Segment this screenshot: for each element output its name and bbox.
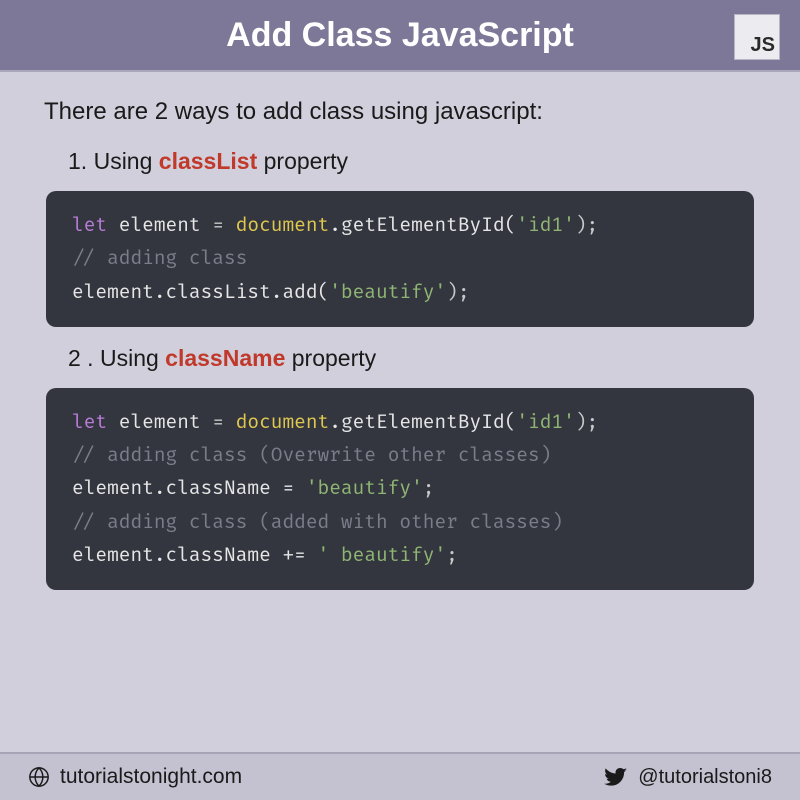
js-badge-icon: JS <box>734 14 780 60</box>
code1-line2: // adding class <box>72 242 728 275</box>
method-2-title: 2 . Using className property <box>68 345 756 372</box>
code-token: ); <box>575 410 598 434</box>
code-token: .getElementById( <box>329 410 516 434</box>
method-1-suffix: property <box>257 148 348 174</box>
footer-left: tutorialstonight.com <box>28 765 242 789</box>
code2-line5: element.className += ' beautify'; <box>72 539 728 572</box>
code-token: ; <box>446 543 458 567</box>
footer-handle: @tutorialstoni8 <box>638 766 772 789</box>
method-2-prefix: Using <box>100 345 165 371</box>
method-2-keyword: className <box>165 345 285 371</box>
code-token: element <box>107 410 212 434</box>
globe-icon <box>28 766 50 788</box>
code-token: document <box>236 213 330 237</box>
code-token: 'id1' <box>516 410 574 434</box>
code-token: = <box>212 213 235 237</box>
code-token: element.className = <box>72 476 306 500</box>
method-1: 1. Using classList property let element … <box>44 148 756 327</box>
code-token: 'id1' <box>516 213 574 237</box>
code-token: .getElementById( <box>329 213 516 237</box>
code-token: 'beautify' <box>306 476 423 500</box>
code-token: element.classList.add( <box>72 280 329 304</box>
method-1-keyword: classList <box>159 148 257 174</box>
code1-line3: element.classList.add('beautify'); <box>72 276 728 309</box>
header: Add Class JavaScript JS <box>0 0 800 72</box>
code2-line1: let element = document.getElementById('i… <box>72 406 728 439</box>
code1-line1: let element = document.getElementById('i… <box>72 209 728 242</box>
code-block-1: let element = document.getElementById('i… <box>46 191 754 327</box>
footer-site: tutorialstonight.com <box>60 765 242 789</box>
method-1-title: 1. Using classList property <box>68 148 756 175</box>
method-2-suffix: property <box>285 345 376 371</box>
intro-text: There are 2 ways to add class using java… <box>44 98 756 126</box>
code-token: ); <box>446 280 469 304</box>
code-token: let <box>72 213 107 237</box>
method-2-num: 2 . <box>68 345 94 371</box>
footer-right: @tutorialstoni8 <box>604 765 772 789</box>
method-2: 2 . Using className property let element… <box>44 345 756 590</box>
code-block-2: let element = document.getElementById('i… <box>46 388 754 590</box>
page-title: Add Class JavaScript <box>226 16 574 55</box>
code2-line4: // adding class (added with other classe… <box>72 506 728 539</box>
code-token: document <box>236 410 330 434</box>
code-token: element.className += <box>72 543 318 567</box>
code-token: 'beautify' <box>329 280 446 304</box>
code-token: ); <box>575 213 598 237</box>
footer: tutorialstonight.com @tutorialstoni8 <box>0 752 800 800</box>
code-token: ; <box>423 476 435 500</box>
twitter-icon <box>604 765 628 789</box>
code-token: let <box>72 410 107 434</box>
method-1-num: 1. <box>68 148 87 174</box>
code-token: ' beautify' <box>318 543 447 567</box>
code-token: element <box>107 213 212 237</box>
content: There are 2 ways to add class using java… <box>0 72 800 752</box>
code-token: = <box>212 410 235 434</box>
code2-line3: element.className = 'beautify'; <box>72 472 728 505</box>
method-1-prefix: Using <box>94 148 159 174</box>
code2-line2: // adding class (Overwrite other classes… <box>72 439 728 472</box>
